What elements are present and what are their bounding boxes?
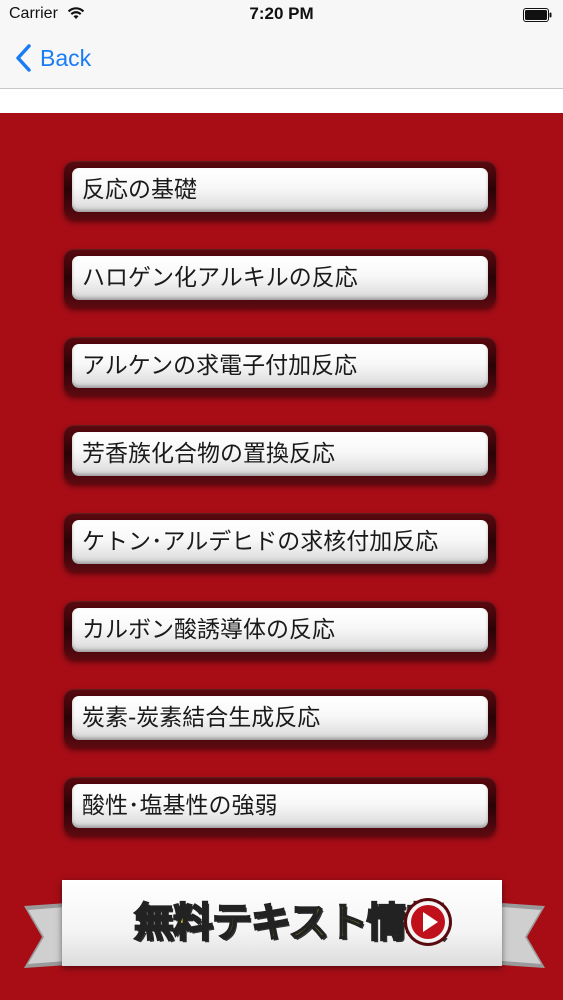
status-time: 7:20 PM [249,4,314,23]
back-button[interactable]: Back [14,40,91,76]
menu-item-label: アルケンの求電子付加反応 [82,353,358,379]
menu-item-label: 反応の基礎 [82,177,197,203]
back-chevron-icon [16,44,31,72]
menu-item-label: 芳香族化合物の置換反応 [82,441,335,467]
header-divider [0,89,563,113]
menu-item-label: ケトン･アルデヒドの求核付加反応 [82,529,439,555]
play-icon [404,898,452,946]
menu-item-label: ハロゲン化アルキルの反応 [82,265,358,291]
menu-item[interactable]: アルケンの求電子付加反応 [64,337,496,395]
menu-item-label: 酸性･塩基性の強弱 [82,793,278,819]
menu-item[interactable]: ハロゲン化アルキルの反応 [64,249,496,307]
banner-title: 無料テキスト情報 [133,899,447,947]
menu-item-button[interactable]: ケトン･アルデヒドの求核付加反応 [72,520,488,564]
menu-item-button[interactable]: 酸性･塩基性の強弱 [72,784,488,828]
menu-item-button[interactable]: アルケンの求電子付加反応 [72,344,488,388]
menu-area: 反応の基礎 ハロゲン化アルキルの反応 アルケンの求電子付加反応 芳香族化合物の置… [0,113,563,863]
status-bar: Carrier 7:20 PM [0,0,563,30]
menu-item[interactable]: 酸性･塩基性の強弱 [64,777,496,835]
back-label: Back [40,44,92,71]
menu-item-button[interactable]: 炭素-炭素結合生成反応 [72,696,488,740]
menu-item[interactable]: カルボン酸誘導体の反応 [64,601,496,659]
menu-item-label: 炭素-炭素結合生成反応 [82,705,321,731]
menu-item-button[interactable]: 芳香族化合物の置換反応 [72,432,488,476]
navigation-bar: Back [0,30,563,89]
menu-item-label: カルボン酸誘導体の反応 [82,617,335,643]
menu-item[interactable]: 炭素-炭素結合生成反応 [64,689,496,747]
menu-item-button[interactable]: 反応の基礎 [72,168,488,212]
menu-item[interactable]: ケトン･アルデヒドの求核付加反応 [64,513,496,571]
menu-item-button[interactable]: カルボン酸誘導体の反応 [72,608,488,652]
battery-icon [523,8,552,22]
free-text-info-banner[interactable]: 無料テキスト情報 [62,880,502,966]
menu-item[interactable]: 反応の基礎 [64,161,496,219]
menu-item-button[interactable]: ハロゲン化アルキルの反応 [72,256,488,300]
menu-item[interactable]: 芳香族化合物の置換反応 [64,425,496,483]
